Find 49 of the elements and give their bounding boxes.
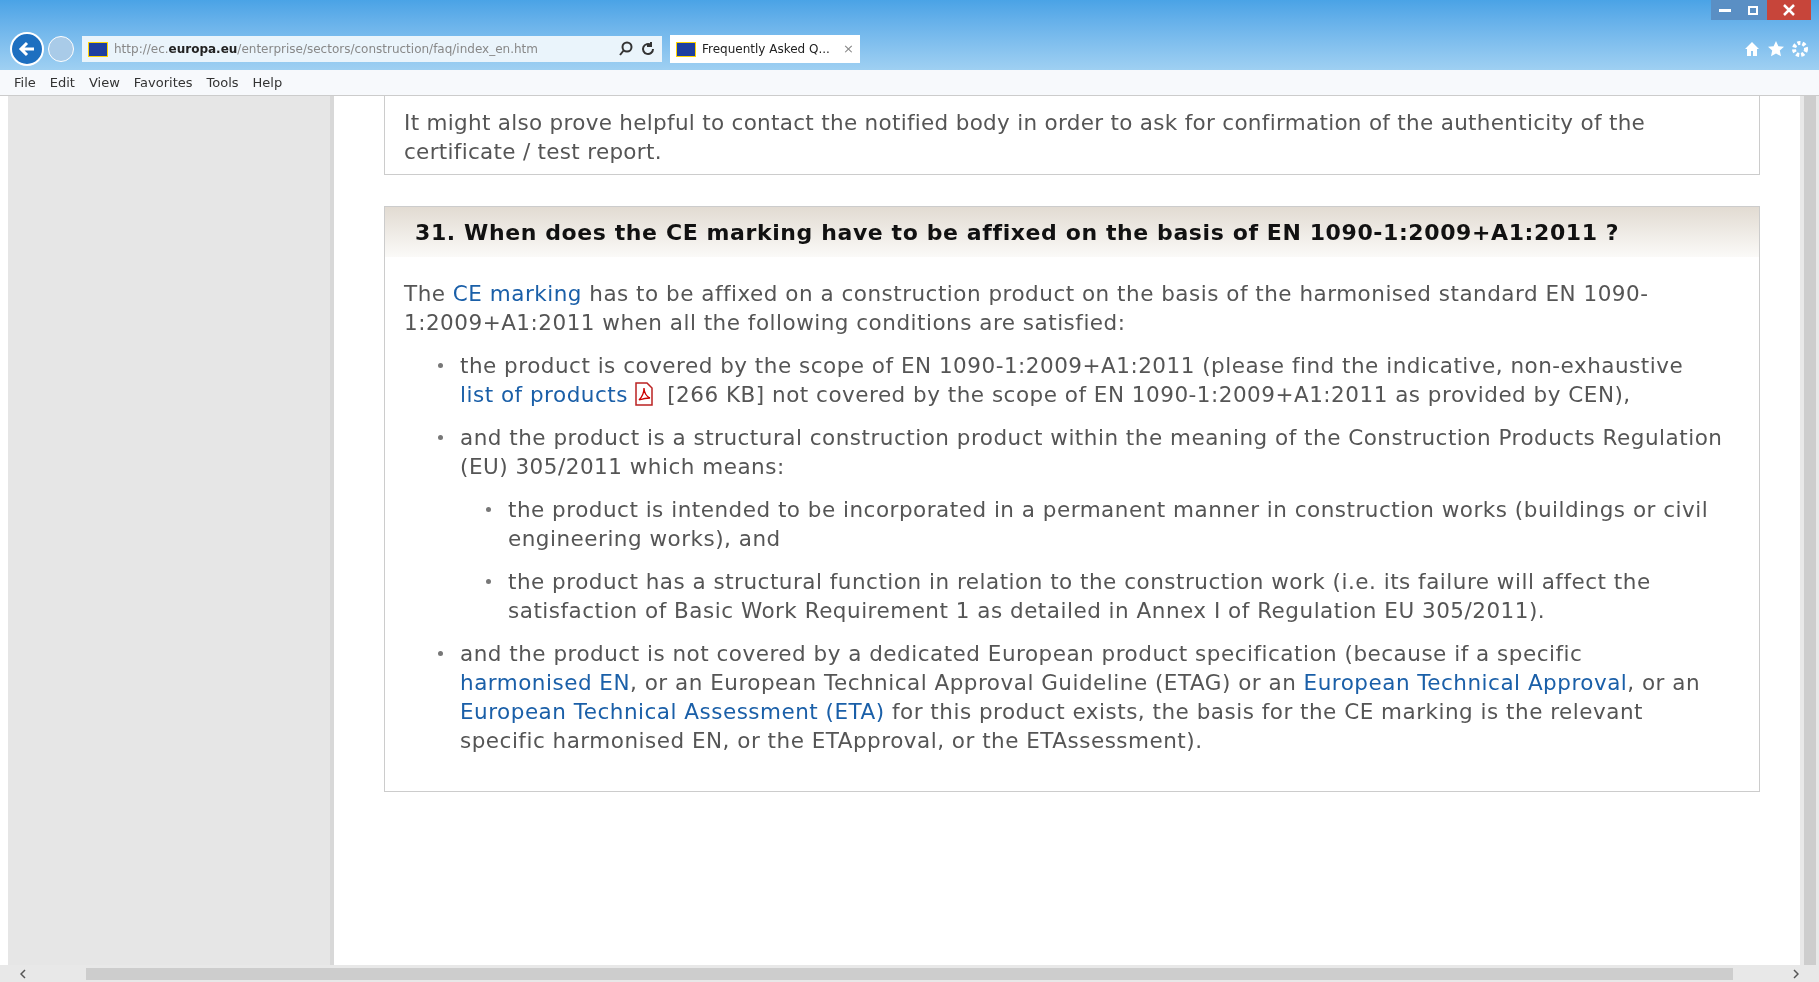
settings-icon[interactable] <box>1791 40 1809 58</box>
scroll-left-icon[interactable] <box>20 968 26 979</box>
bullet-icon <box>486 579 491 584</box>
url-text: http://ec.europa.eu/enterprise/sectors/construction/faq/index_en.htm <box>114 41 538 58</box>
menu-item[interactable]: View <box>88 72 120 93</box>
back-arrow-icon <box>18 41 36 57</box>
site-flag-icon <box>88 41 108 57</box>
address-bar[interactable]: http://ec.europa.eu/enterprise/sectors/construction/faq/index_en.htm <box>82 36 662 62</box>
home-icon[interactable] <box>1743 40 1761 58</box>
link[interactable]: CE marking <box>452 281 582 306</box>
forward-button[interactable] <box>48 36 74 62</box>
link[interactable]: harmonised EN <box>460 670 631 695</box>
answer-text: It might also prove helpful to contact the notified body in order to ask for confirmation of the authenticity of the certificate / test report. <box>404 109 1647 166</box>
scroll-right-icon[interactable] <box>1793 968 1799 979</box>
minimize-button[interactable] <box>1711 0 1739 20</box>
search-icon[interactable] <box>618 41 634 57</box>
back-button[interactable] <box>10 32 44 66</box>
list-item-text: the product has a structural function in relation to the construction work (i.e. its failure will affect the satisfaction of Basic Work Requirement 1 as detailed in Annex I of Regulation EU 305/2011). <box>508 568 1652 625</box>
close-button[interactable] <box>1767 0 1811 20</box>
star-icon[interactable] <box>1767 40 1785 58</box>
list-item-text: and the product is not covered by a dedicated European product specification (because if a specific harmonised EN, or an European Technical Approval Guideline (ETAG) or an European Technical Approval, or an European Technical Assessment (ETA) for this product exists, the basis for the CE marking is the relevant specific harmonised EN, or the ETApproval, or the ETAssessment). <box>460 640 1702 755</box>
site-flag-icon <box>676 41 696 57</box>
bullet-icon <box>438 651 443 656</box>
link[interactable]: European Technical Approval <box>1303 670 1628 695</box>
list-item-text: and the product is a structural construction product within the meaning of the Construction Products Regulation (EU) 305/2011 which means: <box>460 424 1724 481</box>
horizontal-scrollbar[interactable] <box>0 965 1819 982</box>
link[interactable]: list of products <box>460 382 628 407</box>
tab-title: Frequently Asked Q... <box>702 41 830 58</box>
bullet-icon <box>486 507 491 512</box>
close-icon <box>1783 4 1795 16</box>
browser-tab[interactable]: Frequently Asked Q... × <box>670 35 860 63</box>
question-title: 31. When does the CE marking have to be affixed on the basis of EN 1090-1:2009+A1:2011 ? <box>415 218 1620 247</box>
list-item-text: the product is intended to be incorporated in a permanent manner in construction works (buildings or civil engineering works), and <box>508 496 1710 553</box>
answer-text: The CE marking has to be affixed on a construction product on the basis of the harmonised standard EN 1090-1:2009+A1:2011 when all the following conditions are satisfied: <box>404 280 1650 337</box>
list-item-text: the product is covered by the scope of EN 1090-1:2009+A1:2011 (please find the indicative, non-exhaustive list of products [266 KB] not covered by the scope of EN 1090-1:2009+A1:2011 as provided by CEN), <box>460 352 1685 409</box>
menu-item[interactable]: Favorites <box>133 72 193 93</box>
menu-item[interactable]: Help <box>252 72 283 93</box>
pdf-file-icon <box>633 382 654 406</box>
refresh-icon[interactable] <box>640 41 656 57</box>
restore-button[interactable] <box>1739 0 1767 20</box>
vertical-scrollbar[interactable] <box>1800 96 1819 965</box>
scroll-thumb[interactable] <box>86 967 1733 980</box>
bullet-icon <box>438 435 443 440</box>
menu-item[interactable]: Tools <box>206 72 239 93</box>
bullet-icon <box>438 363 443 368</box>
tab-close-button[interactable]: × <box>843 39 854 59</box>
menu-item[interactable]: Edit <box>49 72 75 93</box>
link[interactable]: European Technical Assessment (ETA) <box>460 699 885 724</box>
menu-item[interactable]: File <box>14 72 36 93</box>
